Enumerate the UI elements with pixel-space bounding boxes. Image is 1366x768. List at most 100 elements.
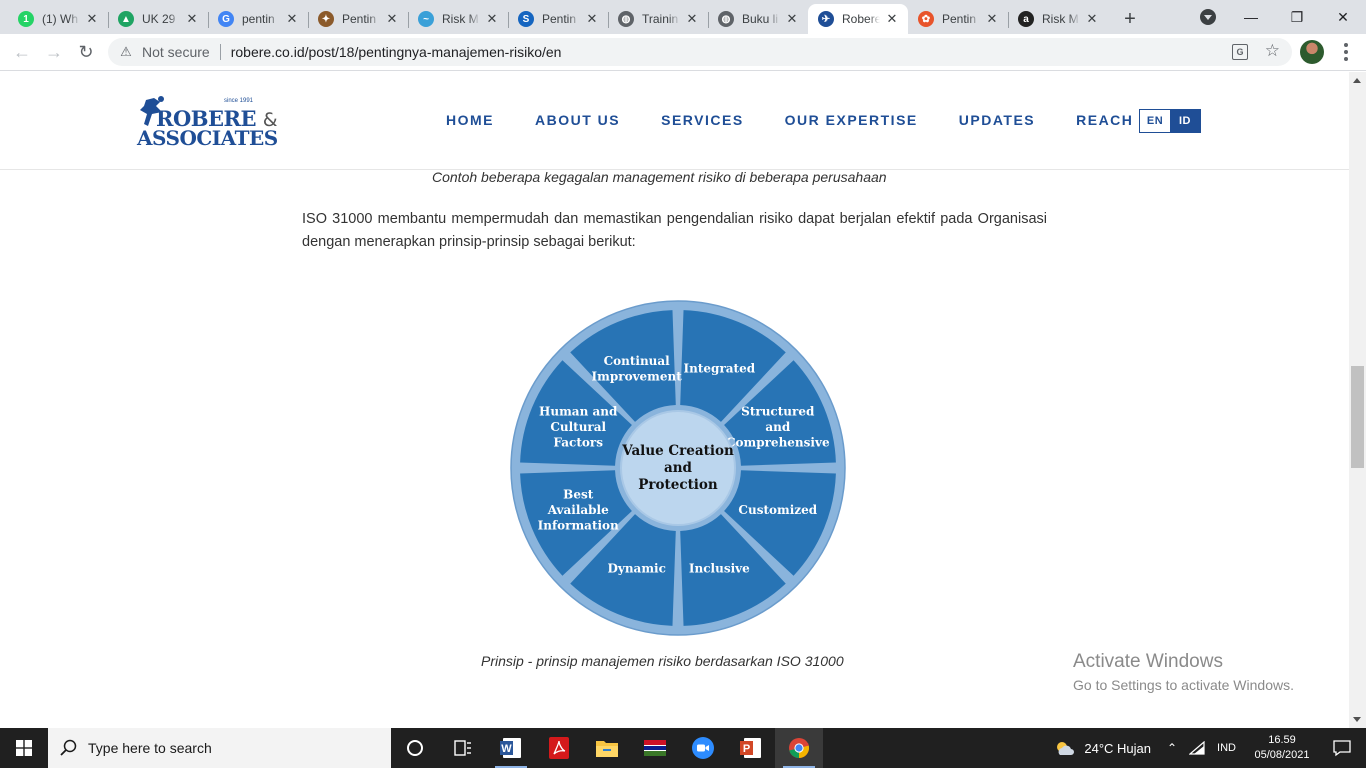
minimize-button[interactable]: — <box>1228 1 1274 33</box>
warning-icon[interactable]: ⚠ <box>118 44 134 60</box>
ministry-emblem-icon: ✦ <box>318 11 334 27</box>
close-tab-icon[interactable]: ✕ <box>784 11 800 27</box>
input-language[interactable]: IND <box>1217 742 1236 754</box>
browser-tab[interactable]: 1 (1) Wh ✕ <box>8 4 108 34</box>
nav-link-updates[interactable]: UPDATES <box>959 112 1035 128</box>
start-button[interactable] <box>0 728 48 768</box>
weather-text[interactable]: 24°C Hujan <box>1084 741 1151 756</box>
browser-tab[interactable]: Gpentin ✕ <box>208 4 308 34</box>
main-navigation: HOME ABOUT US SERVICES OUR EXPERTISE UPDATES… <box>446 112 1161 128</box>
windows-taskbar: Type here to search W P 24°C Hujan ⌃ IND… <box>0 728 1366 768</box>
principle-label-line: Improvement <box>592 369 683 383</box>
url-text[interactable]: robere.co.id/post/18/pentingnya-manajeme… <box>231 44 562 60</box>
close-tab-icon[interactable]: ✕ <box>84 11 100 27</box>
close-window-button[interactable]: ✕ <box>1320 1 1366 33</box>
browser-tab[interactable]: ✿ Pentin ✕ <box>908 4 1008 34</box>
iso31000-principles-diagram: IntegratedStructured and ComprehensiveCust… <box>510 300 846 636</box>
browser-tab[interactable]: ✦ Pentin ✕ <box>308 4 408 34</box>
browser-tab[interactable]: ✈ Robere ✕ <box>808 4 908 34</box>
window-controls: — ❐ ✕ <box>1200 0 1366 34</box>
robere-logo-icon: ✈ <box>818 11 834 27</box>
network-icon[interactable] <box>1189 741 1205 755</box>
taskbar-clock[interactable]: 16.59 05/08/2021 <box>1244 733 1320 763</box>
tab-title: UK 29 <box>142 12 176 26</box>
tab-list: 1 (1) Wh ✕ ▲ UK 29 ✕ Gpentin ✕ ✦ Pentin ✕ ~ Risk M ✕ S… <box>0 0 1108 34</box>
close-tab-icon[interactable]: ✕ <box>384 11 400 27</box>
clock-date: 05/08/2021 <box>1254 749 1310 761</box>
s-logo-icon: S <box>518 11 534 27</box>
profile-avatar[interactable] <box>1300 40 1324 64</box>
article-paragraph: ISO 31000 membantu mempermudah dan memas… <box>302 211 1047 250</box>
close-tab-icon[interactable]: ✕ <box>584 11 600 27</box>
back-button[interactable]: ← <box>6 38 38 66</box>
browser-tab[interactable]: ▲ UK 29 ✕ <box>108 4 208 34</box>
principle-label-line: Cultural <box>550 420 606 434</box>
close-tab-icon[interactable]: ✕ <box>1084 11 1100 27</box>
scroll-up-arrow-icon[interactable] <box>1353 78 1361 83</box>
watermark-subtitle: Go to Settings to activate Windows. <box>1073 677 1294 693</box>
center-label-line: Value Creation <box>621 443 734 459</box>
lang-id-button[interactable]: ID <box>1170 110 1200 132</box>
page-scrollbar[interactable] <box>1349 72 1366 728</box>
translate-icon[interactable]: G <box>1232 44 1248 60</box>
nav-link-home[interactable]: HOME <box>446 112 494 128</box>
forward-button[interactable]: → <box>38 38 70 66</box>
gambia-flag-icon[interactable] <box>631 728 679 768</box>
close-tab-icon[interactable]: ✕ <box>484 11 500 27</box>
browser-menu-icon[interactable] <box>1336 40 1356 64</box>
word-icon[interactable]: W <box>487 728 535 768</box>
scrollbar-thumb[interactable] <box>1351 366 1364 468</box>
reload-button[interactable]: ↻ <box>70 38 102 66</box>
file-explorer-icon[interactable] <box>583 728 631 768</box>
close-tab-icon[interactable]: ✕ <box>684 11 700 27</box>
robere-logo[interactable]: since 1991 ROBERE & ASSOCIATES <box>134 94 278 150</box>
tab-title: Trainin <box>642 12 679 26</box>
activate-windows-watermark: Activate Windows Go to Settings to activ… <box>1073 651 1294 693</box>
principle-label: Integrated <box>684 362 756 376</box>
close-tab-icon[interactable]: ✕ <box>284 11 300 27</box>
browser-tab-strip: 1 (1) Wh ✕ ▲ UK 29 ✕ Gpentin ✕ ✦ Pentin ✕ ~ Risk M ✕ S… <box>0 0 1366 34</box>
nav-link-about-us[interactable]: ABOUT US <box>535 112 620 128</box>
widgets-icon[interactable] <box>439 728 487 768</box>
language-switcher: EN ID <box>1139 109 1201 133</box>
principle-label-line: Structured <box>741 405 815 419</box>
show-hidden-icons-icon[interactable]: ⌃ <box>1167 741 1177 755</box>
center-label-line: Protection <box>638 477 718 493</box>
task-view-icon[interactable] <box>391 728 439 768</box>
new-tab-button[interactable]: + <box>1116 5 1144 33</box>
weather-cloud-icon[interactable] <box>1054 740 1076 756</box>
browser-tab[interactable]: ~ Risk M ✕ <box>408 4 508 34</box>
taskbar-search[interactable]: Type here to search <box>48 728 391 768</box>
close-tab-icon[interactable]: ✕ <box>184 11 200 27</box>
powerpoint-icon[interactable]: P <box>727 728 775 768</box>
zoom-icon[interactable] <box>679 728 727 768</box>
browser-tab[interactable]: ◍ Trainin ✕ <box>608 4 708 34</box>
browser-tab[interactable]: S Pentin ✕ <box>508 4 608 34</box>
nav-link-our-expertise[interactable]: OUR EXPERTISE <box>785 112 918 128</box>
tab-title: (1) Wh <box>42 12 78 26</box>
acrobat-icon[interactable] <box>535 728 583 768</box>
tab-title: Buku li <box>742 12 779 26</box>
close-tab-icon[interactable]: ✕ <box>984 11 1000 27</box>
image-caption-top: Contoh beberapa kegagalan management ris… <box>432 169 887 185</box>
close-tab-icon[interactable]: ✕ <box>884 11 900 27</box>
browser-tab[interactable]: a Risk M ✕ <box>1008 4 1108 34</box>
chrome-icon[interactable] <box>775 728 823 768</box>
principle-label-line: Inclusive <box>689 561 750 575</box>
nav-link-services[interactable]: SERVICES <box>661 112 744 128</box>
lang-en-button[interactable]: EN <box>1140 110 1170 132</box>
address-bar[interactable]: ⚠ Not secure robere.co.id/post/18/pentin… <box>108 38 1292 66</box>
wave-logo-icon: ~ <box>418 11 434 27</box>
principle-label-line: Customized <box>738 503 817 517</box>
svg-text:P: P <box>743 743 750 755</box>
scroll-down-arrow-icon[interactable] <box>1353 717 1361 722</box>
bookmark-star-icon[interactable]: ☆ <box>1265 41 1280 61</box>
browser-toolbar: ← → ↻ ⚠ Not secure robere.co.id/post/18/… <box>0 34 1366 71</box>
tab-search-icon[interactable] <box>1200 9 1216 25</box>
flower-logo-icon: ✿ <box>918 11 934 27</box>
notifications-icon[interactable] <box>1332 739 1352 757</box>
browser-tab[interactable]: ◍ Buku li ✕ <box>708 4 808 34</box>
security-label[interactable]: Not secure <box>142 44 210 60</box>
restore-button[interactable]: ❐ <box>1274 1 1320 33</box>
principle-label: Dynamic <box>607 561 665 575</box>
